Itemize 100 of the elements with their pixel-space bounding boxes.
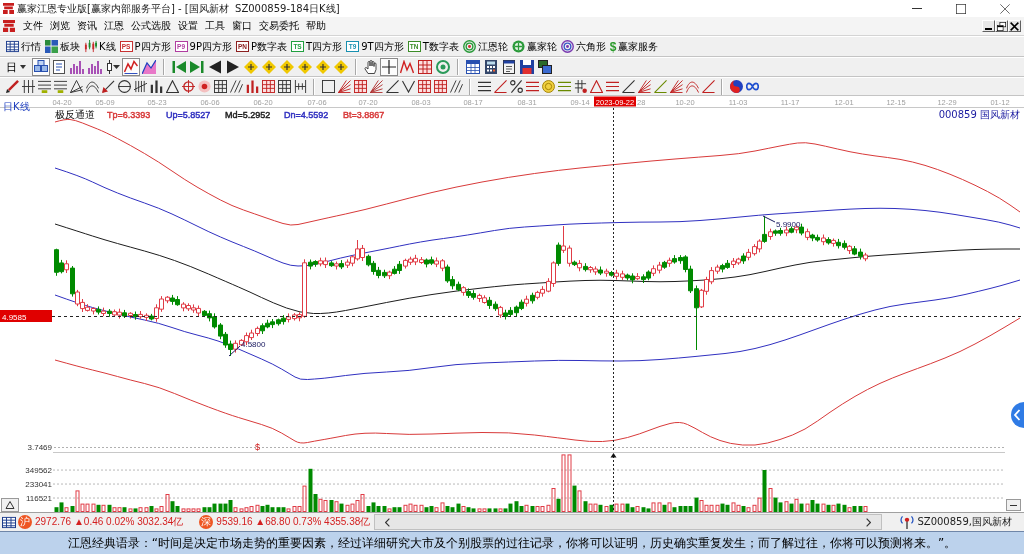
calendar-icon[interactable]	[466, 60, 480, 74]
cubes-icon[interactable]	[32, 58, 50, 76]
dot-icon[interactable]	[197, 80, 211, 93]
panel-toggle-button[interactable]	[1, 498, 19, 512]
bar-chart-icon[interactable]	[70, 60, 84, 74]
tally-icon[interactable]	[133, 80, 147, 93]
maximize-icon[interactable]	[956, 3, 966, 14]
level-lines-icon[interactable]	[37, 80, 51, 93]
diamond-icon[interactable]	[298, 60, 312, 74]
period-label[interactable]: 日K线	[3, 101, 30, 112]
candle-dropdown-icon[interactable]	[106, 60, 120, 74]
bars-icon[interactable]	[245, 80, 259, 93]
fan-lines-icon[interactable]	[669, 80, 683, 93]
panel-minimize-button[interactable]	[1006, 499, 1021, 511]
ring-icon[interactable]	[436, 60, 450, 74]
close-icon[interactable]	[1000, 3, 1010, 14]
zigzag-line-icon[interactable]	[122, 58, 140, 76]
percent-icon[interactable]	[509, 80, 523, 93]
area-chart-icon[interactable]	[142, 60, 156, 74]
diamond-icon[interactable]	[316, 60, 330, 74]
document-icon[interactable]	[52, 60, 66, 74]
plus-icon[interactable]	[380, 58, 398, 76]
triangle-icon[interactable]	[589, 80, 603, 93]
yin-yang-icon[interactable]	[729, 80, 743, 93]
lines-icon[interactable]	[477, 80, 491, 93]
slash-lines-icon[interactable]	[229, 80, 243, 93]
menu-item[interactable]: 帮助	[302, 19, 329, 33]
menu-item[interactable]: 文件	[19, 19, 46, 33]
fan-lines-icon[interactable]	[369, 80, 383, 93]
angle-icon[interactable]	[385, 80, 399, 93]
diamond-icon[interactable]	[262, 60, 276, 74]
angle-icon[interactable]	[701, 80, 715, 93]
curve-lines-icon[interactable]	[85, 80, 99, 93]
minimize-button[interactable]	[982, 20, 995, 32]
parallel-lines-icon[interactable]	[21, 80, 35, 93]
menu-item[interactable]: 资讯	[73, 19, 100, 33]
bars-icon[interactable]	[149, 80, 163, 93]
toolbar-button[interactable]: K线	[82, 39, 118, 54]
grid-icon[interactable]	[433, 80, 447, 93]
h-lines-icon[interactable]	[293, 80, 307, 93]
overlapping-squares-icon[interactable]	[538, 60, 552, 74]
skip-end-icon[interactable]	[190, 60, 204, 74]
fan-lines-icon[interactable]	[637, 80, 651, 93]
lines-icon[interactable]	[605, 80, 619, 93]
period-dropdown[interactable]: 日	[6, 59, 26, 75]
app-logo-icon[interactable]	[3, 20, 15, 32]
curve-lines-icon[interactable]	[685, 80, 699, 93]
toolbar-button[interactable]: 江恩轮	[460, 39, 510, 54]
hand-icon[interactable]	[364, 60, 378, 74]
square-icon[interactable]	[321, 80, 335, 93]
angle-icon[interactable]	[621, 80, 635, 93]
triangle-icon[interactable]	[165, 80, 179, 93]
coin-icon[interactable]	[541, 80, 555, 93]
bar-chart-icon[interactable]	[88, 60, 102, 74]
grid-icon[interactable]	[353, 80, 367, 93]
slash-lines-icon[interactable]	[449, 80, 463, 93]
fan-lines-icon[interactable]	[337, 80, 351, 93]
lines-icon[interactable]	[525, 80, 539, 93]
menu-item[interactable]: 浏览	[46, 19, 73, 33]
grid-icon[interactable]	[417, 80, 431, 93]
peaks-line-icon[interactable]	[400, 60, 414, 74]
diamond-icon[interactable]	[244, 60, 258, 74]
skip-start-icon[interactable]	[172, 60, 186, 74]
fork-lines-icon[interactable]	[69, 80, 83, 93]
triangle-left-icon[interactable]	[208, 60, 222, 74]
toolbar-button[interactable]: 六角形	[558, 39, 608, 54]
grid-icon[interactable]	[418, 60, 432, 74]
chevron-left-icon[interactable]	[1011, 402, 1024, 428]
pencil-icon[interactable]	[5, 80, 19, 93]
menu-item[interactable]: 窗口	[228, 19, 255, 33]
angle-icon[interactable]	[493, 80, 507, 93]
menu-item[interactable]: 公式选股	[127, 19, 174, 33]
diamond-icon[interactable]	[280, 60, 294, 74]
grid-icon[interactable]	[277, 80, 291, 93]
diamond-icon[interactable]	[334, 60, 348, 74]
notepad-icon[interactable]	[502, 60, 516, 74]
toolbar-button[interactable]: 板块	[43, 39, 82, 54]
grid-icon[interactable]	[261, 80, 275, 93]
triangle-right-icon[interactable]	[226, 60, 240, 74]
menu-item[interactable]: 交易委托	[255, 19, 302, 33]
calculator-icon[interactable]	[484, 60, 498, 74]
level-lines-icon[interactable]	[53, 80, 67, 93]
menu-item[interactable]: 工具	[201, 19, 228, 33]
chevron-right-icon[interactable]	[866, 517, 872, 527]
toolbar-button[interactable]: 行情	[4, 39, 43, 54]
restore-button[interactable]	[995, 20, 1008, 32]
close-button[interactable]	[1008, 20, 1021, 32]
menu-item[interactable]: 江恩	[100, 19, 127, 33]
pen-icon[interactable]	[101, 80, 115, 93]
menu-item[interactable]: 设置	[174, 19, 201, 33]
chevron-left-icon[interactable]	[385, 517, 391, 527]
target-cross-icon[interactable]	[181, 80, 195, 93]
hash-dot-icon[interactable]	[573, 80, 587, 93]
infinity-icon[interactable]	[745, 80, 759, 93]
table-icon[interactable]	[2, 515, 16, 529]
toolbar-button[interactable]: $ 赢家服务	[607, 39, 661, 54]
vee-icon[interactable]	[401, 80, 415, 93]
scrollbar[interactable]	[374, 514, 883, 530]
toolbar-button[interactable]: 赢家轮	[509, 39, 559, 54]
grid-icon[interactable]	[213, 80, 227, 93]
